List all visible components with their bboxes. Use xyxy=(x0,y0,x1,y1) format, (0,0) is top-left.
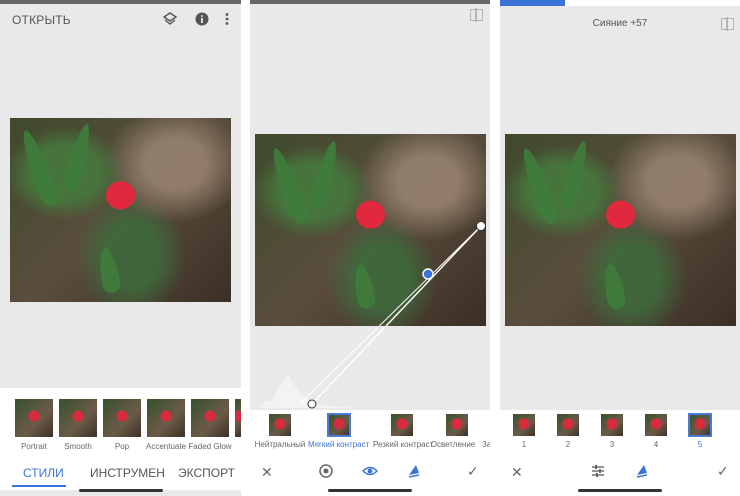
preset-label-partial: За xyxy=(482,440,490,449)
variations-strip[interactable]: 1 2 3 4 5 xyxy=(500,410,740,456)
preset-thumb[interactable] xyxy=(391,414,413,436)
photo-preview[interactable] xyxy=(505,134,736,326)
tab-export[interactable]: ЭКСПОРТ xyxy=(178,466,235,480)
check-icon[interactable]: ✓ xyxy=(717,463,729,480)
preset-label-neutral: Нейтральный xyxy=(254,440,306,449)
bottom-tabs: СТИЛИ ИНСТРУМЕН ЭКСПОРТ xyxy=(0,460,241,490)
check-icon[interactable]: ✓ xyxy=(467,463,479,480)
adjust-slider-fill xyxy=(500,0,565,6)
home-indicator xyxy=(328,489,412,492)
variation-thumb[interactable] xyxy=(513,414,535,436)
curve-point-white[interactable] xyxy=(476,221,486,231)
adjust-status: Сияние +57 xyxy=(592,18,648,29)
variation-thumb[interactable] xyxy=(645,414,667,436)
styles-icon[interactable] xyxy=(635,463,649,479)
style-label-faded-glow: Faded Glow xyxy=(188,442,232,451)
style-thumb[interactable] xyxy=(103,399,141,437)
compare-icon[interactable] xyxy=(721,17,734,31)
status-bar xyxy=(0,0,241,4)
preset-thumb[interactable] xyxy=(269,414,291,436)
layers-icon[interactable] xyxy=(162,11,178,27)
styles-strip[interactable]: Portrait Smooth Pop Accentuate Faded Glo… xyxy=(0,388,241,460)
home-indicator xyxy=(578,489,662,492)
curves-screen: Нейтральный Мягкий контраст Резкий контр… xyxy=(250,0,490,496)
style-thumb[interactable] xyxy=(191,399,229,437)
tab-tools[interactable]: ИНСТРУМЕН xyxy=(90,466,165,480)
variation-thumb-selected[interactable] xyxy=(688,413,712,437)
more-icon[interactable] xyxy=(219,11,235,27)
glow-screen: Сияние +57 1 2 3 4 5 ✕ ✓ xyxy=(500,0,740,496)
style-thumb[interactable] xyxy=(59,399,97,437)
preset-label-strong-contrast: Резкий контраст xyxy=(373,440,434,449)
home-indicator xyxy=(79,489,163,492)
sliders-icon[interactable] xyxy=(591,464,605,478)
eye-icon[interactable] xyxy=(362,465,378,477)
variation-thumb[interactable] xyxy=(557,414,579,436)
curve-point-black[interactable] xyxy=(307,399,317,409)
active-tab-indicator xyxy=(12,485,66,487)
photo-preview[interactable] xyxy=(10,118,231,302)
styles-screen: ОТКРЫТЬ Portrait Smooth Pop Accentuate F… xyxy=(0,0,241,496)
info-icon[interactable] xyxy=(194,11,210,27)
tab-styles[interactable]: СТИЛИ xyxy=(23,466,64,480)
curve-presets-strip[interactable]: Нейтральный Мягкий контраст Резкий контр… xyxy=(250,410,490,456)
preset-label-soft-contrast: Мягкий контраст xyxy=(308,440,370,449)
variation-thumb[interactable] xyxy=(601,414,623,436)
curve-editor[interactable] xyxy=(250,0,490,410)
preset-thumb[interactable] xyxy=(446,414,468,436)
style-thumb[interactable] xyxy=(15,399,53,437)
close-icon[interactable]: ✕ xyxy=(511,464,523,481)
open-button[interactable]: ОТКРЫТЬ xyxy=(12,13,71,27)
styles-icon[interactable] xyxy=(407,463,421,479)
preset-label-brighten: Осветление xyxy=(430,440,476,449)
variation-label-5: 5 xyxy=(697,440,703,449)
preset-thumb-selected[interactable] xyxy=(327,413,351,437)
style-thumb[interactable] xyxy=(147,399,185,437)
circle-tool-icon[interactable] xyxy=(319,464,333,478)
style-thumb-partial[interactable] xyxy=(235,399,241,437)
close-icon[interactable]: ✕ xyxy=(261,464,273,481)
curve-point-selected[interactable] xyxy=(422,268,434,280)
